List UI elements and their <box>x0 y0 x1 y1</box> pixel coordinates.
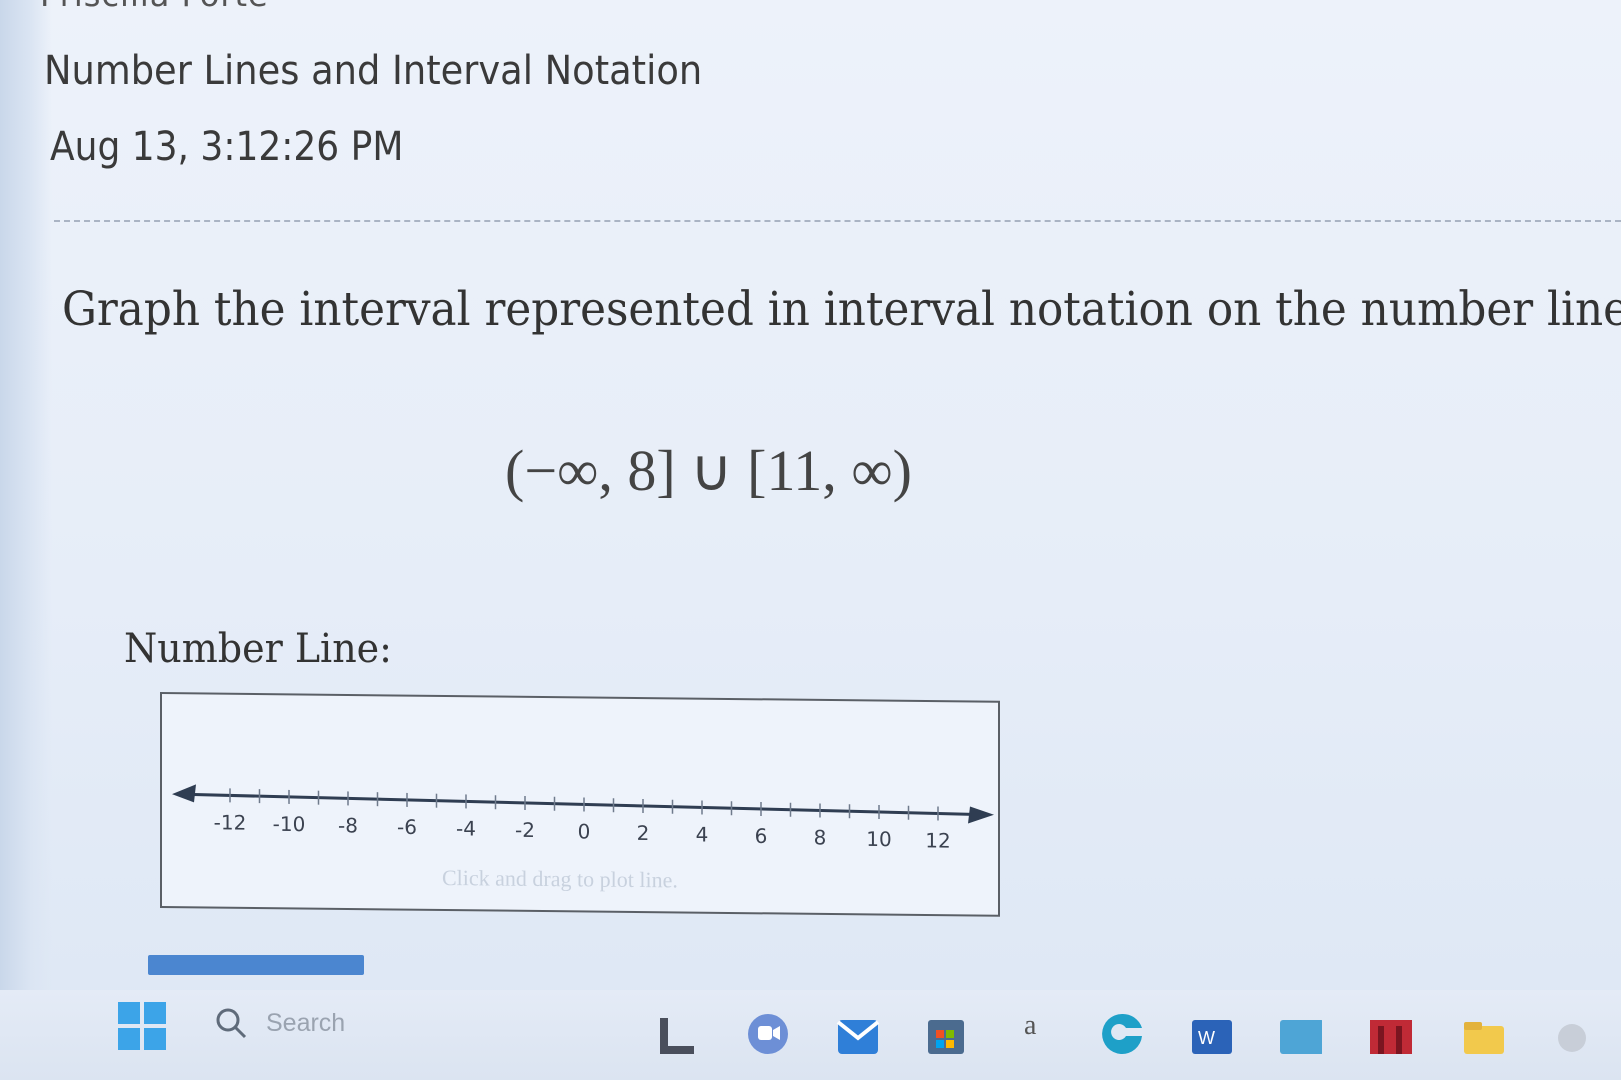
taskbar-search-input[interactable]: Search <box>266 1009 345 1038</box>
app-gray-icon[interactable] <box>1550 1010 1594 1054</box>
left-strip <box>0 0 52 1020</box>
page: Priscilla Forte Number Lines and Interva… <box>0 0 1621 1080</box>
windows-start-icon[interactable] <box>118 1002 166 1050</box>
video-call-icon[interactable] <box>746 1010 790 1054</box>
word-icon[interactable]: W <box>1190 1010 1234 1054</box>
app-red-icon[interactable] <box>1368 1010 1412 1054</box>
assignment-timestamp: Aug 13, 3:12:26 PM <box>50 124 404 170</box>
tick-label: 10 <box>866 827 891 851</box>
tick-label: 2 <box>637 821 650 845</box>
left-arrow-icon <box>172 784 196 803</box>
dashed-divider <box>54 220 1621 222</box>
svg-text:W: W <box>1198 1028 1215 1048</box>
tick-label: 8 <box>814 825 827 849</box>
tick-label: -10 <box>273 812 306 836</box>
question-prompt: Graph the interval represented in interv… <box>62 282 1621 337</box>
app-l-icon[interactable] <box>656 1010 700 1054</box>
tick-label: -4 <box>456 816 476 840</box>
store-icon[interactable] <box>924 1010 968 1054</box>
number-line-panel[interactable]: -12 -10 -8 -6 -4 -2 0 2 4 6 8 10 12 Click and drag t… <box>160 692 1000 917</box>
plot-hint: Click and drag to plot line. <box>442 864 678 893</box>
tick-label: -2 <box>515 818 535 842</box>
app-a-icon[interactable]: a <box>1024 1010 1036 1042</box>
submit-button[interactable] <box>148 955 364 975</box>
tick-label: 12 <box>925 828 950 852</box>
app-blue-icon[interactable] <box>1278 1010 1322 1054</box>
tick-label: 6 <box>755 824 768 848</box>
tick-label: -12 <box>214 810 247 834</box>
student-name: Priscilla Forte <box>40 0 269 14</box>
number-line-label: Number Line: <box>124 626 392 672</box>
mail-icon[interactable] <box>836 1010 880 1054</box>
tick-label: 0 <box>578 819 591 843</box>
folder-icon[interactable] <box>1462 1010 1506 1054</box>
tick-label: 4 <box>696 822 709 846</box>
search-icon[interactable] <box>214 1006 248 1040</box>
right-arrow-icon <box>968 806 994 824</box>
interval-expression: (−∞, 8] ∪ [11, ∞) <box>505 438 912 503</box>
tick-label: -8 <box>338 813 358 837</box>
tick-label: -6 <box>397 815 417 839</box>
edge-browser-icon[interactable] <box>1100 1010 1144 1054</box>
assignment-title: Number Lines and Interval Notation <box>44 48 703 94</box>
